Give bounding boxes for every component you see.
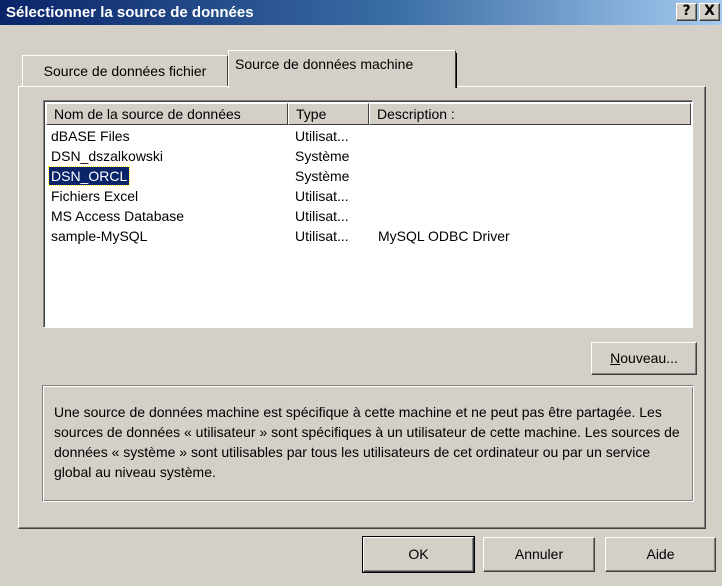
row-name: Fichiers Excel [51,188,139,204]
row-name: sample-MySQL [51,228,148,244]
description-text: Une source de données machine est spécif… [54,404,680,480]
row-description: MySQL ODBC Driver [378,228,510,244]
row-type: Système [295,148,350,164]
tab-label: Source de données fichier [43,63,207,79]
description-box: Une source de données machine est spécif… [42,385,694,502]
row-type: Utilisat... [295,228,349,244]
row-name: dBASE Files [51,128,130,144]
column-header-name[interactable]: Nom de la source de données [46,103,288,125]
row-name: DSN_ORCL [47,166,131,186]
new-button[interactable]: Nouveau... [591,342,697,375]
close-icon[interactable]: X [699,3,720,21]
help-button[interactable]: Aide [605,537,716,572]
tab-machine-data-source[interactable]: Source de données machine [228,50,457,88]
row-type: Utilisat... [295,208,349,224]
title-bar: Sélectionner la source de données ? X [0,0,722,25]
window-title: Sélectionner la source de données [6,4,254,21]
row-name: MS Access Database [51,208,185,224]
ok-button[interactable]: OK [362,536,475,573]
new-button-label: ouveau... [620,350,678,366]
data-source-list[interactable]: Nom de la source de données Type Descrip… [43,100,693,328]
row-type: Système [295,168,350,184]
help-icon[interactable]: ? [676,3,697,21]
cancel-button[interactable]: Annuler [483,537,595,572]
tab-label: Source de données machine [235,56,414,72]
tab-file-data-source[interactable]: Source de données fichier [22,55,228,87]
column-header-type[interactable]: Type [288,103,369,125]
row-type: Utilisat... [295,128,349,144]
column-header-description[interactable]: Description : [369,103,691,125]
row-name: DSN_dszalkowski [51,148,164,164]
new-button-accelerator: N [610,350,621,366]
row-type: Utilisat... [295,188,349,204]
